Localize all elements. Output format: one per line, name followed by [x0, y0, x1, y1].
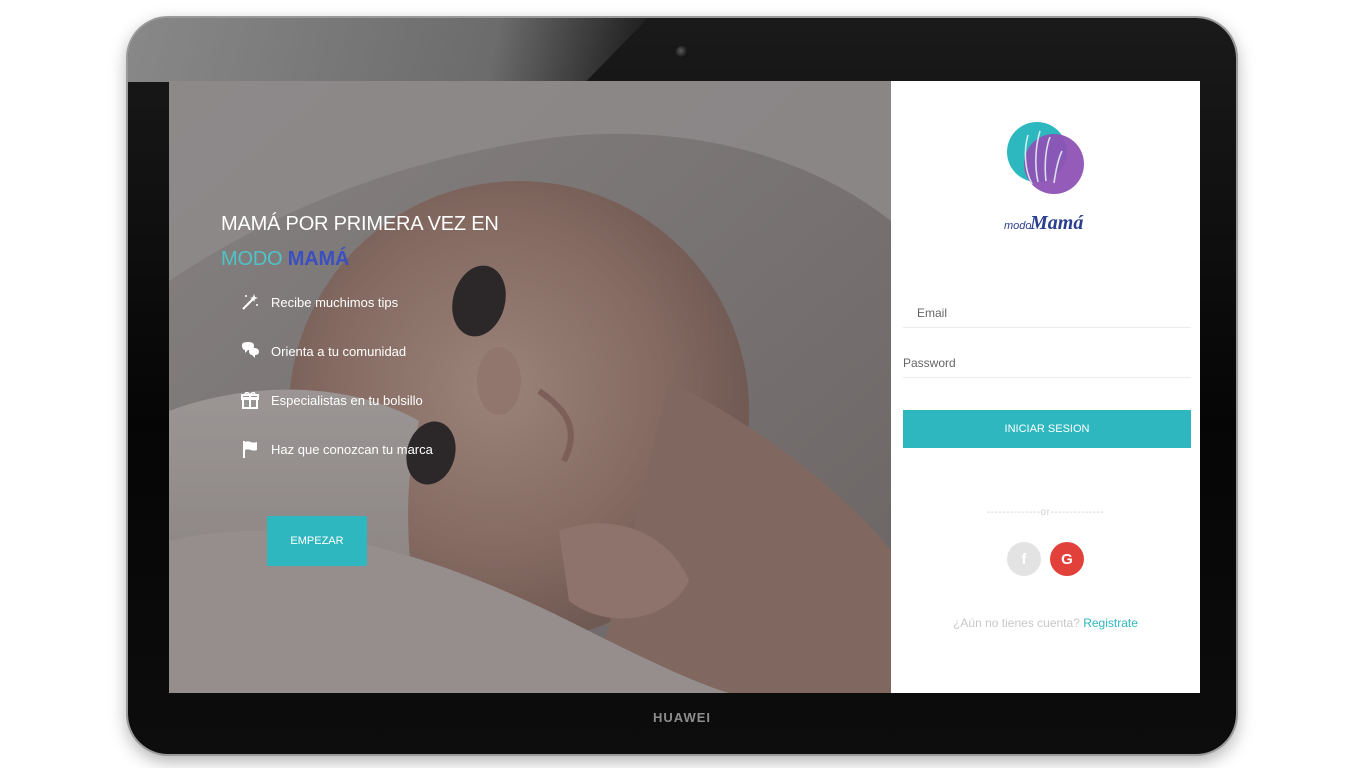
feature-community-label: Orienta a tu comunidad	[271, 343, 407, 359]
feature-community: Orienta a tu comunidad	[239, 339, 406, 363]
logo-mama-text: Mamá	[1029, 212, 1084, 234]
feature-brand: Haz que conozcan tu marca	[239, 437, 433, 461]
hero-subtitle: MODO MAMÁ	[221, 248, 349, 271]
hero-section: MAMÁ POR PRIMERA VEZ EN MODO MAMÁ Recibe…	[169, 81, 891, 693]
device-brand: HUAWEI	[653, 710, 711, 725]
feature-tips-label: Recibe muchimos tips	[271, 294, 399, 310]
login-button[interactable]: INICIAR SESION	[903, 410, 1191, 448]
hero-title: MAMÁ POR PRIMERA VEZ EN	[221, 213, 499, 235]
chat-bubbles-icon	[239, 340, 261, 362]
google-login-button[interactable]: G	[1050, 542, 1084, 576]
feature-specialists: Especialistas en tu bolsillo	[239, 388, 423, 412]
facebook-login-button[interactable]: f	[1007, 542, 1041, 576]
signup-link[interactable]: Registrate	[1083, 616, 1138, 630]
feature-specialists-label: Especialistas en tu bolsillo	[271, 392, 423, 408]
hero-overlay	[169, 81, 891, 693]
front-camera	[676, 46, 688, 58]
hero-subtitle-mama: MAMÁ	[287, 248, 350, 270]
signup-prompt: ¿Aún no tienes cuenta? Registrate	[891, 616, 1200, 630]
logo-modo-text: modo	[1004, 220, 1032, 232]
google-icon: G	[1061, 550, 1073, 568]
app-screen: MAMÁ POR PRIMERA VEZ EN MODO MAMÁ Recibe…	[169, 81, 1200, 693]
frame-glare	[128, 18, 648, 82]
start-button[interactable]: EMPEZAR	[267, 516, 367, 566]
or-divider: --------------or--------------	[986, 507, 1105, 518]
email-field[interactable]	[903, 299, 1191, 328]
feature-brand-label: Haz que conozcan tu marca	[271, 441, 433, 457]
gift-icon	[239, 389, 261, 411]
hero-subtitle-modo: MODO	[221, 248, 283, 270]
signup-prompt-text: ¿Aún no tienes cuenta?	[953, 616, 1080, 630]
feature-tips: Recibe muchimos tips	[239, 290, 398, 314]
flag-icon	[239, 438, 261, 460]
password-field[interactable]	[903, 349, 1191, 378]
login-panel: modo Mamá INICIAR SESION --------------o…	[891, 81, 1200, 693]
modo-mama-logo: modo Mamá	[1004, 122, 1084, 234]
facebook-icon: f	[1021, 550, 1027, 568]
magic-wand-icon	[239, 291, 261, 313]
